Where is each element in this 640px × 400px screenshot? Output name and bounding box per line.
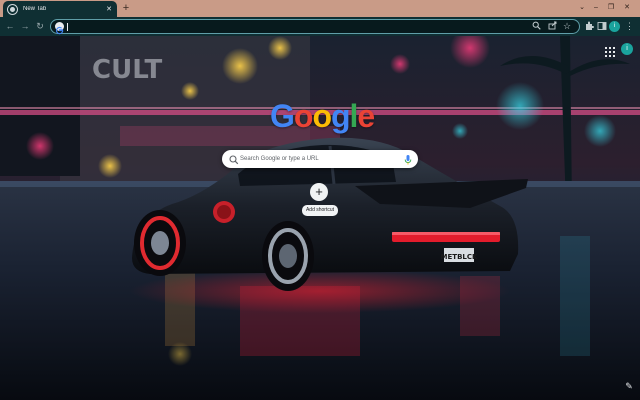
close-window-button[interactable]: ✕ bbox=[621, 2, 633, 14]
zoom-icon[interactable] bbox=[531, 21, 541, 32]
tab-new-tab[interactable]: New Tab ✕ bbox=[3, 1, 117, 17]
bookmark-star-icon[interactable]: ☆ bbox=[562, 21, 572, 32]
customize-pencil-icon[interactable]: ✎ bbox=[623, 380, 635, 392]
svg-text:CULT: CULT bbox=[92, 55, 162, 85]
tab-title: New Tab bbox=[23, 6, 47, 12]
add-icon: + bbox=[310, 183, 328, 201]
address-bar[interactable]: ☆ bbox=[50, 19, 580, 35]
license-plate-text: METBLCK bbox=[441, 253, 478, 261]
new-tab-page: CULT METBLCK Google Search Google or typ… bbox=[0, 36, 640, 400]
tab-strip: New Tab ✕ + ⌄ – ❐ ✕ bbox=[0, 0, 640, 17]
add-shortcut-tile[interactable]: + Add shortcut bbox=[300, 181, 340, 219]
tab-close-icon[interactable]: ✕ bbox=[105, 6, 113, 13]
profile-avatar[interactable]: i bbox=[609, 21, 620, 32]
extensions-icon[interactable] bbox=[583, 21, 594, 32]
google-account-avatar[interactable]: i bbox=[621, 43, 633, 55]
browser-toolbar: ← → ↻ ☆ i ⋮ bbox=[0, 17, 640, 36]
tab-search-icon[interactable]: ⌄ bbox=[576, 2, 588, 14]
google-logo: Google bbox=[270, 98, 375, 134]
minimize-button[interactable]: – bbox=[590, 2, 602, 14]
search-placeholder: Search Google or type a URL bbox=[240, 156, 319, 162]
new-tab-button[interactable]: + bbox=[120, 3, 132, 15]
back-button[interactable]: ← bbox=[4, 20, 16, 32]
microphone-icon[interactable] bbox=[404, 153, 412, 165]
text-caret bbox=[67, 23, 68, 31]
add-shortcut-label: Add shortcut bbox=[302, 205, 338, 216]
side-panel-icon[interactable] bbox=[596, 21, 607, 32]
kebab-menu-icon[interactable]: ⋮ bbox=[624, 21, 635, 32]
share-icon[interactable] bbox=[547, 21, 557, 32]
restore-button[interactable]: ❐ bbox=[605, 2, 617, 14]
search-icon bbox=[228, 153, 240, 165]
reload-button[interactable]: ↻ bbox=[34, 20, 46, 32]
chrome-icon bbox=[8, 4, 17, 14]
ntp-search-box[interactable]: Search Google or type a URL bbox=[222, 150, 418, 168]
google-g-icon bbox=[55, 22, 64, 35]
google-apps-icon[interactable] bbox=[605, 44, 615, 57]
forward-button[interactable]: → bbox=[19, 20, 31, 32]
